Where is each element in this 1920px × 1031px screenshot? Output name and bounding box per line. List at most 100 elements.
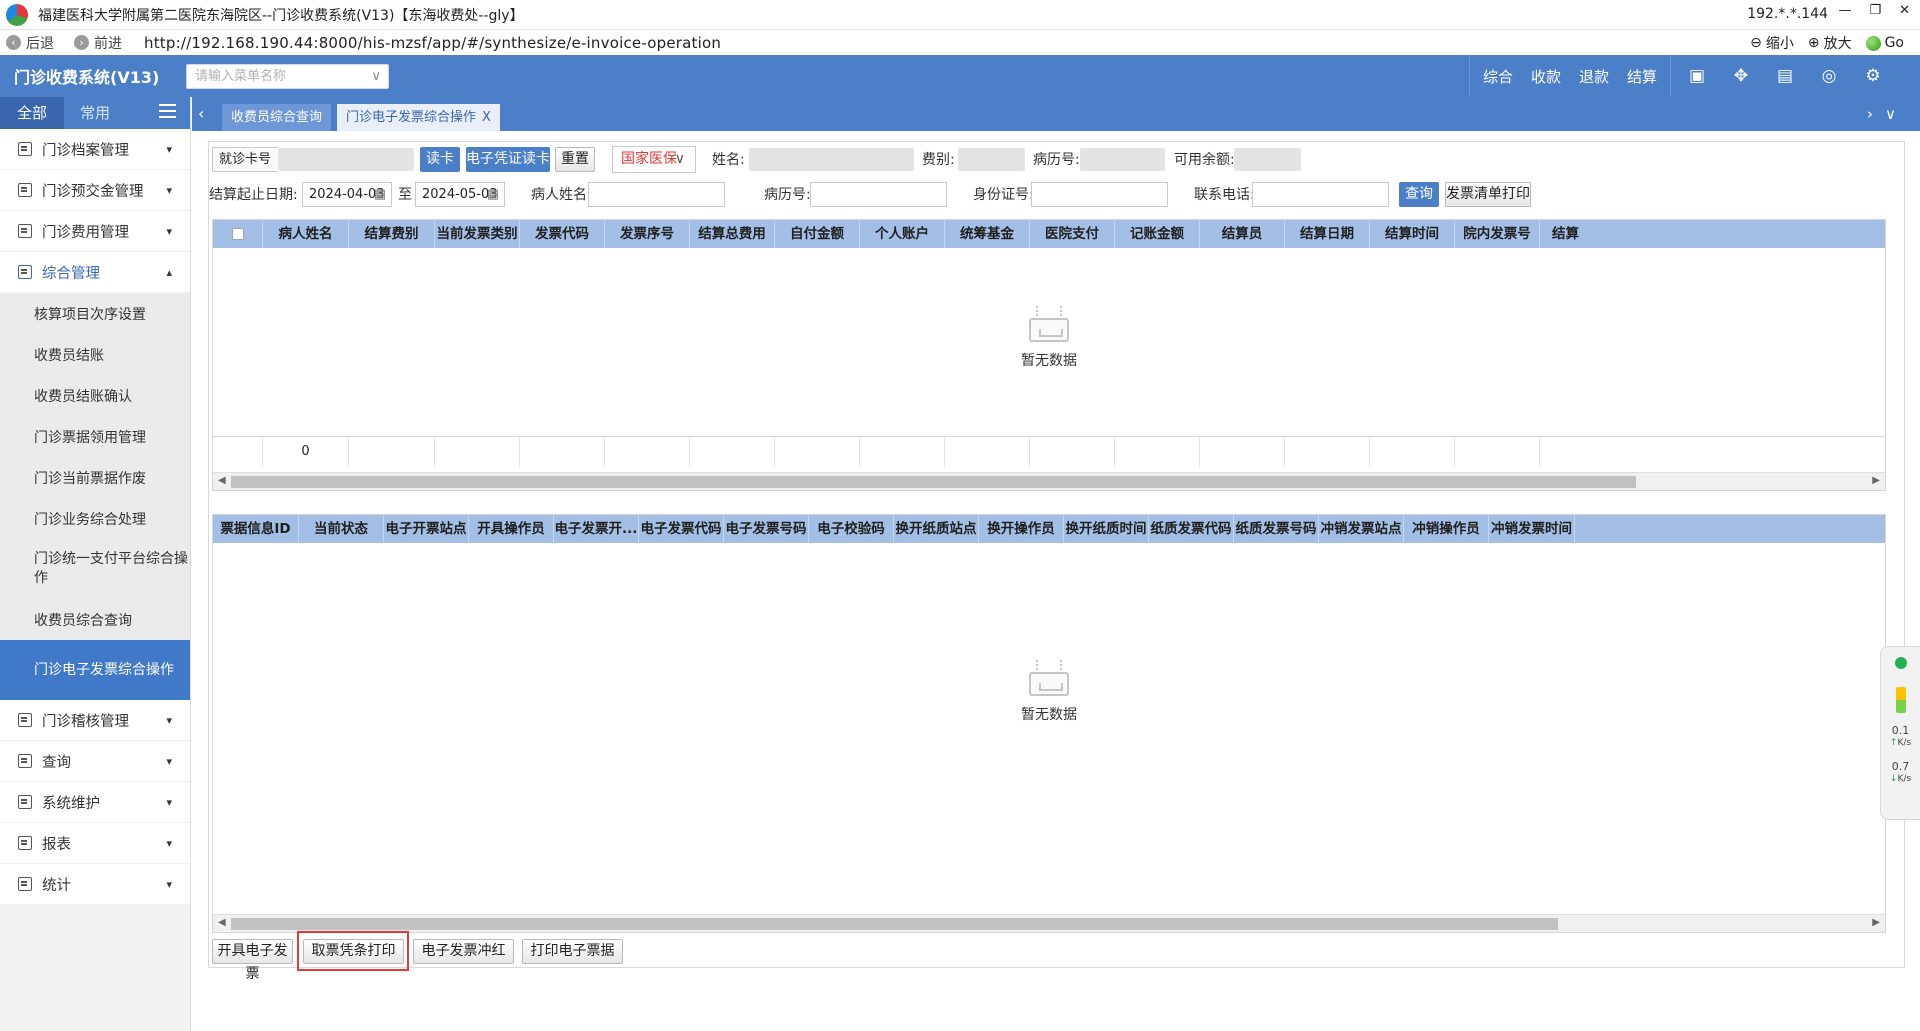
id-card-input[interactable] — [1031, 182, 1168, 207]
minimize-button[interactable]: — — [1838, 3, 1851, 18]
sidebar-item-cashier-query[interactable]: 收费员综合查询 — [0, 599, 190, 640]
col-header[interactable]: 当前状态 — [299, 515, 384, 543]
col-header[interactable]: 电子校验码 — [809, 515, 894, 543]
col-header[interactable]: 统筹基金 — [945, 220, 1030, 248]
network-speed-widget[interactable]: 0.1 ↑K/s 0.7 ↓K/s — [1880, 646, 1920, 820]
col-header[interactable]: 病人姓名 — [263, 220, 349, 248]
col-header[interactable]: 开具操作员 — [469, 515, 554, 543]
nav-summary[interactable]: 综合 — [1474, 66, 1522, 87]
sidebar-item-business-process[interactable]: 门诊业务综合处理 — [0, 498, 190, 539]
zoom-in-button[interactable]: ⊕ 放大 — [1808, 33, 1852, 53]
col-header[interactable]: 冲销发票时间 — [1489, 515, 1575, 543]
nav-settle[interactable]: 结算 — [1618, 66, 1666, 87]
sync-icon[interactable]: ◎ — [1807, 66, 1851, 86]
forward-button[interactable]: › 前进 — [74, 33, 122, 53]
card-no-input[interactable] — [278, 148, 414, 171]
scroll-left-icon[interactable]: ◀ — [218, 475, 226, 486]
col-header[interactable]: 自付金额 — [775, 220, 860, 248]
go-button[interactable]: Go — [1865, 35, 1904, 51]
col-header[interactable]: 电子发票开... — [554, 515, 639, 543]
hamburger-icon[interactable] — [159, 104, 176, 118]
col-header[interactable]: 冲销发票站点 — [1319, 515, 1404, 543]
scroll-right-icon[interactable]: ▶ — [1872, 475, 1880, 486]
col-header[interactable]: 发票序号 — [605, 220, 690, 248]
col-header[interactable]: 个人账户 — [860, 220, 945, 248]
close-window-button[interactable]: ✕ — [1899, 3, 1910, 18]
col-header[interactable]: 结算时间 — [1370, 220, 1455, 248]
col-header[interactable]: 当前发票类别 — [435, 220, 520, 248]
sidebar-item-cashier-settle[interactable]: 收费员结账 — [0, 334, 190, 375]
date-from-input[interactable]: 2024-04-03 ▦ — [302, 182, 392, 207]
e-invoice-reverse-button[interactable]: 电子发票冲红 — [413, 939, 514, 964]
col-header[interactable]: 电子开票站点 — [384, 515, 469, 543]
sidebar-item-unified-payment[interactable]: 门诊统一支付平台综合操作 — [0, 539, 190, 599]
sidebar-item-invoice-void[interactable]: 门诊当前票据作废 — [0, 457, 190, 498]
col-header[interactable]: 结算员 — [1200, 220, 1285, 248]
menu-group-synthesize[interactable]: 综合管理 ▴ — [0, 252, 190, 293]
tab-all[interactable]: 全部 — [0, 97, 64, 129]
menu-group-report[interactable]: 报表 ▾ — [0, 823, 190, 864]
col-header[interactable]: 换开纸质时间 — [1064, 515, 1149, 543]
nav-collect[interactable]: 收款 — [1522, 66, 1570, 87]
col-header[interactable]: 冲销操作员 — [1404, 515, 1489, 543]
menu-group-fees[interactable]: 门诊费用管理 ▾ — [0, 211, 190, 252]
restore-button[interactable]: ❐ — [1869, 3, 1881, 18]
screen-icon[interactable]: ▣ — [1675, 66, 1719, 86]
col-header[interactable]: 发票代码 — [520, 220, 605, 248]
menu-search-input[interactable]: 请输入菜单名称 ∨ — [186, 64, 389, 89]
tab-scroll-right-icon[interactable]: ›∨ — [1867, 105, 1908, 123]
select-all-checkbox[interactable] — [213, 220, 263, 248]
date-to-input[interactable]: 2024-05-03 ▦ — [415, 182, 505, 207]
sidebar-item-cashier-settle-confirm[interactable]: 收费员结账确认 — [0, 375, 190, 416]
col-header[interactable]: 纸质发票号码 — [1234, 515, 1319, 543]
tab-cashier-query[interactable]: 收费员综合查询 — [222, 104, 332, 131]
plugin-icon[interactable]: ✥ — [1719, 66, 1763, 86]
col-header[interactable]: 医院支付 — [1030, 220, 1115, 248]
col-header[interactable]: 电子发票号码 — [724, 515, 809, 543]
menu-group-stats[interactable]: 统计 ▾ — [0, 864, 190, 905]
zoom-out-button[interactable]: ⊖ 缩小 — [1750, 33, 1794, 53]
col-header[interactable]: 结算费别 — [349, 220, 435, 248]
nav-refund[interactable]: 退款 — [1570, 66, 1618, 87]
menu-group-audit[interactable]: 门诊稽核管理 ▾ — [0, 700, 190, 741]
menu-group-archive[interactable]: 门诊档案管理 ▾ — [0, 129, 190, 170]
tab-scroll-left-icon[interactable]: ‹ — [198, 104, 204, 123]
col-header[interactable]: 记账金额 — [1115, 220, 1200, 248]
scroll-right-icon[interactable]: ▶ — [1872, 917, 1880, 928]
insurance-select[interactable]: 国家医保 ∨ — [612, 146, 696, 173]
tab-common[interactable]: 常用 — [64, 97, 126, 129]
url-field[interactable]: http://192.168.190.44:8000/his-mzsf/app/… — [144, 34, 721, 52]
scroll-left-icon[interactable]: ◀ — [218, 917, 226, 928]
e-voucher-read-button[interactable]: 电子凭证读卡 — [466, 147, 550, 172]
col-header[interactable]: 结算日期 — [1285, 220, 1370, 248]
col-header[interactable]: 院内发票号 — [1455, 220, 1540, 248]
col-header[interactable]: 换开纸质站点 — [894, 515, 979, 543]
print-e-receipt-button[interactable]: 打印电子票据 — [522, 939, 623, 964]
tab-e-invoice[interactable]: 门诊电子发票综合操作 X — [337, 104, 500, 131]
col-header[interactable]: 换开操作员 — [979, 515, 1064, 543]
phone-input[interactable] — [1252, 182, 1389, 207]
settings-icon[interactable]: ⚙ — [1851, 66, 1895, 86]
menu-group-query[interactable]: 查询 ▾ — [0, 741, 190, 782]
col-header[interactable]: 票据信息ID — [213, 515, 299, 543]
read-card-button[interactable]: 读卡 — [420, 147, 460, 172]
sidebar-item-accounting-order[interactable]: 核算项目次序设置 — [0, 293, 190, 334]
reset-button[interactable]: 重置 — [555, 147, 595, 172]
document-icon[interactable]: ▤ — [1763, 66, 1807, 86]
menu-group-system[interactable]: 系统维护 ▾ — [0, 782, 190, 823]
col-header[interactable]: 纸质发票代码 — [1149, 515, 1234, 543]
patient-name-input[interactable] — [588, 182, 725, 207]
scrollbar-thumb[interactable] — [231, 476, 1636, 488]
print-ticket-voucher-button[interactable]: 取票凭条打印 — [303, 939, 404, 964]
horizontal-scrollbar[interactable]: ◀ ▶ — [213, 914, 1885, 932]
horizontal-scrollbar[interactable]: ◀ ▶ — [213, 472, 1885, 490]
back-button[interactable]: ‹ 后退 — [6, 33, 54, 53]
col-header[interactable]: 结算总费用 — [690, 220, 775, 248]
sidebar-item-invoice-receive[interactable]: 门诊票据领用管理 — [0, 416, 190, 457]
scrollbar-thumb[interactable] — [231, 918, 1558, 930]
close-tab-icon[interactable]: X — [482, 110, 491, 125]
col-header[interactable]: 结算 — [1540, 220, 1597, 248]
query-button[interactable]: 查询 — [1399, 182, 1439, 207]
menu-group-prepay[interactable]: 门诊预交金管理 ▾ — [0, 170, 190, 211]
issue-e-invoice-button[interactable]: 开具电子发票 — [212, 939, 293, 982]
